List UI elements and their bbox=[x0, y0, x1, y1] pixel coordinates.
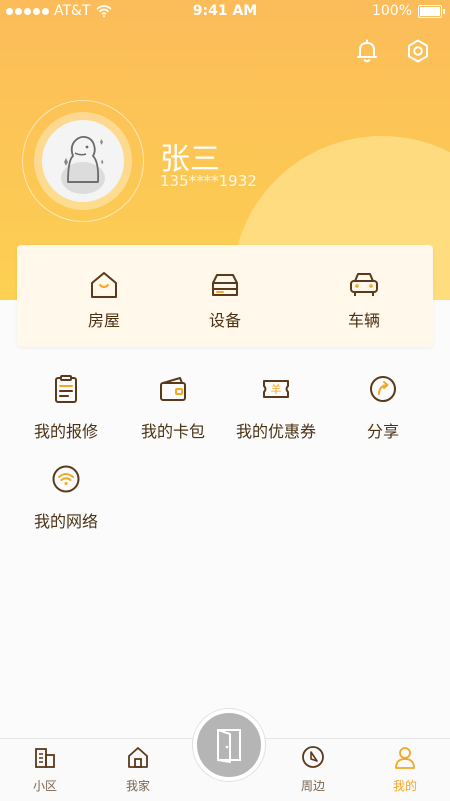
bell-icon[interactable] bbox=[354, 38, 380, 64]
service-label: 分享 bbox=[366, 422, 399, 441]
tab-mine[interactable]: 我的 bbox=[370, 739, 440, 801]
device-icon bbox=[212, 274, 238, 296]
person-icon bbox=[395, 747, 415, 769]
tab-label: 小区 bbox=[32, 779, 57, 793]
car-icon bbox=[350, 273, 378, 296]
tab-label: 我的 bbox=[392, 779, 417, 793]
tab-label: 周边 bbox=[300, 779, 325, 793]
tab-community[interactable]: 小区 bbox=[10, 739, 80, 801]
svg-text:羊: 羊 bbox=[271, 382, 282, 396]
service-item-coupon[interactable]: 羊 我的优惠券 bbox=[221, 374, 331, 454]
wifi-icon bbox=[52, 465, 80, 493]
asset-label: 车辆 bbox=[347, 311, 380, 330]
avatar[interactable] bbox=[42, 120, 124, 202]
coupon-icon: 羊 bbox=[263, 380, 289, 398]
tab-nearby[interactable]: 周边 bbox=[278, 739, 348, 801]
battery-percent: 100% bbox=[371, 3, 412, 19]
service-label: 我的卡包 bbox=[140, 422, 205, 441]
house-icon bbox=[91, 272, 117, 298]
asset-label: 房屋 bbox=[87, 311, 120, 330]
asset-item-car[interactable]: 车辆 bbox=[304, 245, 424, 347]
user-phone: 135****1932 bbox=[160, 172, 257, 190]
home-icon bbox=[128, 747, 148, 768]
building-icon bbox=[35, 748, 55, 768]
share-icon bbox=[370, 376, 396, 402]
default-avatar-icon bbox=[61, 135, 105, 194]
tab-my-home[interactable]: 我家 bbox=[103, 739, 173, 801]
service-label: 我的报修 bbox=[33, 422, 98, 441]
settings-hexagon-icon[interactable] bbox=[405, 38, 431, 64]
status-bar: AT&T 9:41 AM 100% bbox=[0, 0, 450, 24]
service-item-card-wallet[interactable]: 我的卡包 bbox=[118, 374, 228, 454]
service-label: 我的优惠券 bbox=[235, 422, 316, 441]
door-icon bbox=[217, 729, 241, 763]
asset-item-house[interactable]: 房屋 bbox=[44, 245, 164, 347]
repair-clipboard-icon bbox=[55, 375, 77, 403]
service-item-share[interactable]: 分享 bbox=[328, 374, 438, 454]
assets-card: 房屋 设备 车辆 bbox=[17, 245, 433, 347]
asset-item-device[interactable]: 设备 bbox=[165, 245, 285, 347]
compass-icon bbox=[302, 746, 324, 768]
service-item-network[interactable]: 我的网络 bbox=[11, 464, 121, 544]
service-item-repair[interactable]: 我的报修 bbox=[11, 374, 121, 454]
asset-label: 设备 bbox=[208, 311, 241, 330]
service-label: 我的网络 bbox=[33, 512, 98, 531]
card-wallet-icon bbox=[160, 377, 186, 401]
open-door-button[interactable] bbox=[193, 709, 265, 781]
battery-icon bbox=[418, 4, 445, 18]
tab-label: 我家 bbox=[125, 779, 150, 793]
